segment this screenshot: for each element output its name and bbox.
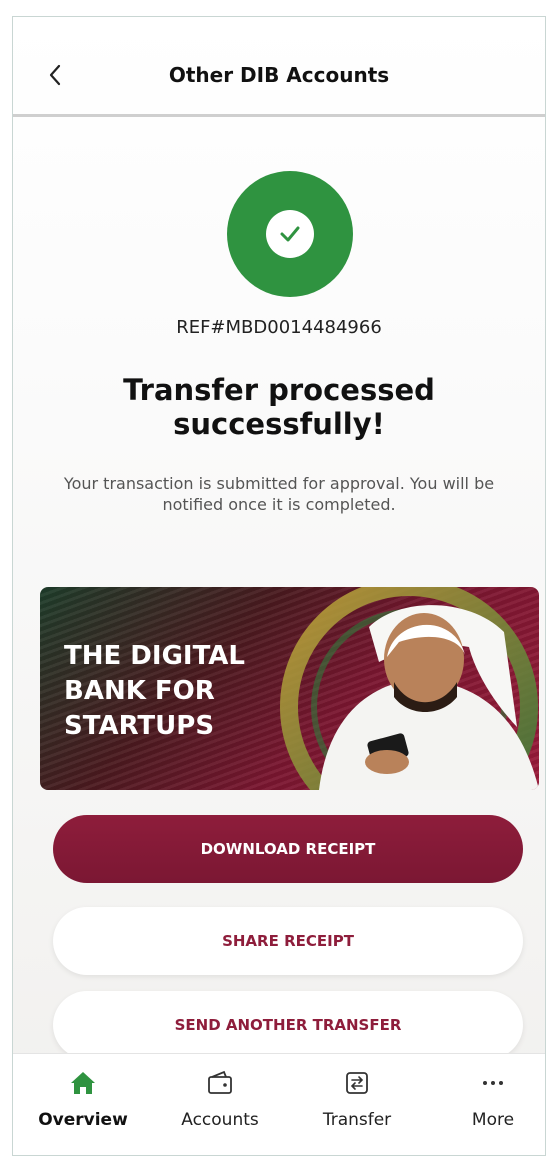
tab-transfer[interactable]: Transfer xyxy=(297,1068,417,1148)
banner-person-illustration xyxy=(280,587,539,790)
tab-more[interactable]: More xyxy=(433,1068,545,1148)
share-receipt-button[interactable]: SHARE RECEIPT xyxy=(53,907,523,975)
checkmark-icon xyxy=(280,226,300,242)
download-receipt-button[interactable]: DOWNLOAD RECEIPT xyxy=(53,815,523,883)
transfer-icon xyxy=(346,1072,368,1094)
tab-more-label: More xyxy=(471,1110,515,1130)
send-another-transfer-button[interactable]: SEND ANOTHER TRANSFER xyxy=(53,991,523,1059)
wallet-icon xyxy=(208,1070,232,1094)
tab-overview[interactable]: Overview xyxy=(23,1068,143,1148)
success-title: Transfer processed successfully! xyxy=(123,373,435,441)
success-badge xyxy=(227,171,353,297)
tab-accounts-label: Accounts xyxy=(181,1110,259,1130)
top-bar: Other DIB Accounts xyxy=(13,17,545,117)
app-frame: Other DIB Accounts REF#MBD0014484966 Tra… xyxy=(12,16,546,1156)
bottom-tab-bar: Overview Accounts Transfer More xyxy=(13,1053,545,1155)
more-dots-icon xyxy=(483,1081,503,1085)
home-icon xyxy=(71,1072,95,1094)
tab-transfer-label: Transfer xyxy=(322,1110,392,1130)
tab-accounts[interactable]: Accounts xyxy=(160,1068,280,1148)
page-title: Other DIB Accounts xyxy=(168,63,390,87)
success-description: Your transaction is submitted for approv… xyxy=(63,474,495,514)
promo-banner[interactable]: THE DIGITAL BANK FOR STARTUPS xyxy=(40,587,539,790)
tab-overview-label: Overview xyxy=(38,1110,128,1130)
reference-number: REF#MBD0014484966 xyxy=(176,317,382,338)
